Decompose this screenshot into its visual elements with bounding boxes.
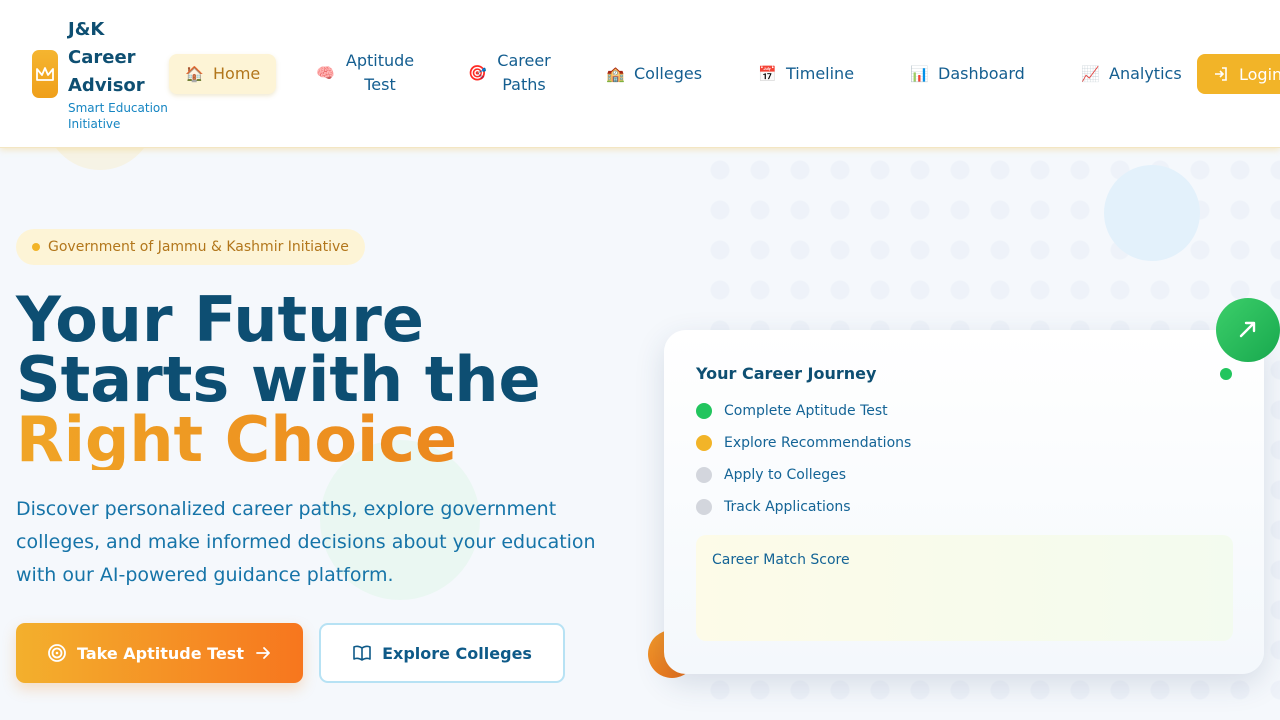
- nav-label: Home: [213, 64, 261, 83]
- nav-aptitude-test[interactable]: 🧠 Aptitude Test: [316, 49, 416, 97]
- career-journey-card: Your Career Journey Complete Aptitude Te…: [664, 330, 1264, 674]
- step-status-dot: [696, 467, 712, 483]
- card-title: Your Career Journey: [696, 364, 877, 383]
- hero-title-line-2: Starts with the: [16, 343, 541, 416]
- step-status-dot: [696, 499, 712, 515]
- take-aptitude-test-button[interactable]: Take Aptitude Test: [16, 623, 303, 683]
- status-indicator: [1220, 368, 1232, 380]
- login-button[interactable]: Login: [1197, 54, 1280, 94]
- trend-chart-icon: 📈: [1081, 65, 1100, 83]
- home-icon: 🏠: [185, 65, 204, 83]
- nav-colleges[interactable]: 🏫 Colleges: [606, 62, 702, 86]
- nav-label: Career Paths: [497, 51, 551, 94]
- secondary-button-label: Explore Colleges: [382, 643, 532, 663]
- nav-home[interactable]: 🏠 Home: [169, 54, 277, 94]
- hero-title: Your Future Starts with the Right Choice: [16, 283, 656, 471]
- top-navbar: J&K Career Advisor Smart Education Initi…: [0, 0, 1280, 148]
- decorative-circle: [1104, 165, 1200, 261]
- step-label: Complete Aptitude Test: [724, 403, 888, 419]
- badge-text: Government of Jammu & Kashmir Initiative: [48, 239, 349, 255]
- primary-button-label: Take Aptitude Test: [77, 643, 244, 663]
- book-icon: [353, 645, 371, 661]
- nav-label: Timeline: [786, 64, 855, 83]
- nav-timeline[interactable]: 📅 Timeline: [758, 62, 854, 86]
- nav-label: Colleges: [634, 64, 703, 83]
- login-label: Login: [1239, 64, 1280, 84]
- brain-icon: 🧠: [316, 64, 335, 82]
- step-label: Apply to Colleges: [724, 467, 847, 483]
- step-status-dot: [696, 435, 712, 451]
- target-icon: [48, 644, 66, 662]
- score-label: Career Match Score: [712, 552, 850, 568]
- step-label: Track Applications: [724, 499, 851, 515]
- step-status-dot: [696, 403, 712, 419]
- journey-step: Explore Recommendations: [696, 435, 911, 451]
- nav-dashboard[interactable]: 📊 Dashboard: [910, 62, 1025, 86]
- arrow-right-icon: [256, 647, 270, 659]
- crown-icon[interactable]: [32, 50, 58, 98]
- journey-step: Complete Aptitude Test: [696, 403, 888, 419]
- trending-up-icon: [1216, 298, 1280, 362]
- nav-analytics[interactable]: 📈 Analytics: [1081, 62, 1182, 86]
- hero-description: Discover personalized career paths, expl…: [16, 498, 596, 586]
- target-icon: 🎯: [468, 64, 487, 82]
- hero-title-line-1: Your Future: [16, 283, 424, 356]
- explore-colleges-button[interactable]: Explore Colleges: [319, 623, 565, 683]
- brand-subtitle: Smart Education Initiative: [68, 101, 168, 131]
- initiative-badge: Government of Jammu & Kashmir Initiative: [16, 229, 365, 265]
- nav-career-paths[interactable]: 🎯 Career Paths: [468, 49, 552, 97]
- school-icon: 🏫: [606, 65, 625, 83]
- step-label: Explore Recommendations: [724, 435, 912, 451]
- calendar-icon: 📅: [758, 65, 777, 83]
- badge-dot: [32, 243, 40, 251]
- bar-chart-icon: 📊: [910, 65, 929, 83]
- nav-label: Analytics: [1109, 64, 1182, 83]
- journey-step: Apply to Colleges: [696, 467, 846, 483]
- nav-label: Dashboard: [938, 64, 1025, 83]
- login-icon: [1215, 67, 1227, 81]
- brand-title[interactable]: J&K Career Advisor: [68, 16, 168, 100]
- nav-label: Aptitude Test: [345, 51, 415, 94]
- journey-step: Track Applications: [696, 499, 851, 515]
- hero-title-accent: Right Choice: [16, 409, 656, 471]
- career-match-score-panel: Career Match Score: [696, 535, 1233, 641]
